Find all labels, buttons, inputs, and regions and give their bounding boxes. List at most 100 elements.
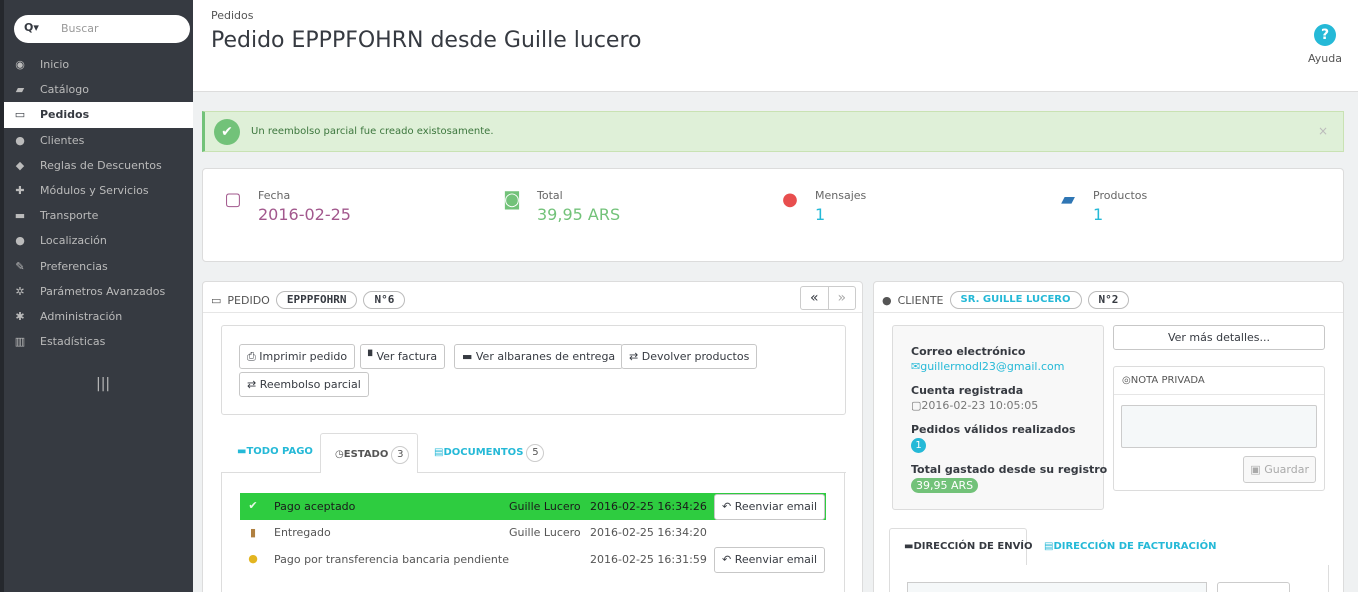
order-nav: « »: [800, 286, 856, 310]
clock-icon: ◷: [335, 449, 344, 460]
breadcrumb[interactable]: Pedidos: [211, 9, 254, 22]
sidebar-item-clientes[interactable]: ● Clientes: [4, 128, 193, 153]
total-spent-value: 39,95 ARS: [911, 478, 979, 493]
sidebar-item-label: Estadísticas: [40, 335, 106, 349]
exchange-icon: ⇄: [629, 350, 642, 363]
order-number: N°6: [363, 291, 406, 309]
wrench-icon: ✎: [15, 259, 25, 273]
kpi-label: Productos: [1093, 189, 1148, 202]
previous-order-button[interactable]: «: [801, 287, 829, 309]
view-more-details-button[interactable]: Ver más detalles...: [1113, 325, 1325, 350]
customer-heading: CLIENTE: [897, 293, 944, 307]
sidebar-item-label: Clientes: [40, 133, 85, 147]
kpi-value: 1: [1093, 205, 1104, 224]
collapse-menu-icon[interactable]: |||: [96, 376, 110, 392]
valid-orders-value: 1: [911, 438, 926, 453]
sidebar-item-label: Reglas de Descuentos: [40, 158, 162, 172]
sidebar-item-administracion[interactable]: ✱ Administración: [4, 304, 193, 329]
user-icon: ●: [882, 293, 892, 307]
sidebar-item-modulos[interactable]: ✚ Módulos y Servicios: [4, 178, 193, 203]
view-invoice-button[interactable]: ▘Ver factura: [360, 344, 446, 369]
exchange-icon: ⇄: [247, 378, 260, 391]
sidebar-item-descuentos[interactable]: ◆ Reglas de Descuentos: [4, 153, 193, 178]
sidebar-item-catalogo[interactable]: ▰ Catálogo: [4, 77, 193, 102]
save-note-button[interactable]: ▣ Guardar: [1243, 456, 1316, 483]
credit-card-icon: ▭: [14, 108, 26, 122]
tab-documents[interactable]: ▤DOCUMENTOS 5: [434, 444, 545, 462]
sidebar-item-estadisticas[interactable]: ▥ Estadísticas: [4, 329, 193, 354]
address-box: [889, 565, 1329, 592]
alert-message: Un reembolso parcial fue creado existosa…: [251, 126, 494, 137]
check-icon: ✔: [214, 119, 240, 145]
customer-name[interactable]: SR. GUILLE LUCERO: [949, 291, 1082, 309]
registered-label: Cuenta registrada: [911, 384, 1024, 397]
documents-count-badge: 5: [526, 444, 545, 462]
kpi-panel: ▢ Fecha 2016-02-25 ◙ Total 39,95 ARS ● M…: [202, 168, 1344, 262]
return-products-button[interactable]: ⇄ Devolver productos: [621, 344, 758, 369]
valid-orders-label: Pedidos válidos realizados: [911, 423, 1076, 436]
credit-card-icon: ▭: [211, 293, 222, 307]
search-input[interactable]: Buscar: [61, 22, 99, 35]
truck-icon: ▬: [14, 209, 26, 223]
kpi-value: 2016-02-25: [258, 205, 351, 224]
view-delivery-slips-button[interactable]: ▬ Ver albaranes de entrega: [454, 344, 624, 369]
eye-slash-icon: ◎: [1122, 375, 1131, 386]
customer-number: N°2: [1087, 291, 1130, 309]
tab-status[interactable]: ◷ESTADO 3: [320, 433, 418, 473]
floppy-icon: ▣: [1250, 463, 1265, 476]
order-panel-heading: ▭ PEDIDO EPPPFOHRN N°6: [211, 290, 406, 310]
total-spent-label: Total gastado desde su registro: [911, 463, 1108, 476]
address-edit-button[interactable]: [1217, 582, 1290, 592]
book-icon: ▰: [1061, 189, 1075, 210]
sidebar-item-label: Administración: [40, 309, 123, 323]
private-note-heading: ◎NOTA PRIVADA: [1122, 375, 1205, 386]
help-button[interactable]: ? Ayuda: [1308, 24, 1342, 65]
bar-chart-icon: ▥: [14, 335, 26, 349]
address-select[interactable]: [907, 582, 1207, 592]
tags-icon: ◆: [15, 158, 25, 172]
partial-refund-button[interactable]: ⇄ Reembolso parcial: [239, 372, 369, 397]
sidebar-item-transporte[interactable]: ▬ Transporte: [4, 203, 193, 228]
sidebar-item-inicio[interactable]: ◉ Inicio: [4, 52, 193, 77]
sidebar-item-label: Inicio: [40, 58, 70, 71]
kpi-value: 1: [815, 205, 826, 224]
sidebar-item-label: Transporte: [40, 209, 99, 223]
email-link[interactable]: ✉guillermodl23@gmail.com: [911, 360, 1064, 373]
divider: [1114, 394, 1324, 395]
sidebar-item-label: Pedidos: [40, 108, 90, 122]
history-box-border: [221, 472, 845, 592]
tab-payment[interactable]: ▬TODO PAGO: [237, 446, 313, 457]
kpi-label: Mensajes: [815, 189, 867, 202]
next-order-button[interactable]: »: [829, 287, 856, 309]
envelope-icon: ✉: [911, 360, 921, 373]
customer-info-box: Correo electrónico ✉guillermodl23@gmail.…: [892, 325, 1108, 510]
order-heading: PEDIDO: [227, 293, 270, 307]
sidebar-item-label: Módulos y Servicios: [40, 183, 149, 197]
page-header: Pedidos Pedido EPPPFOHRN desde Guille lu…: [193, 0, 1358, 92]
sidebar-item-label: Parámetros Avanzados: [40, 284, 166, 298]
sidebar-item-label: Catálogo: [40, 83, 89, 97]
search-icon[interactable]: Q▾: [24, 21, 39, 34]
sidebar-item-parametros[interactable]: ✲ Parámetros Avanzados: [4, 279, 193, 304]
close-icon[interactable]: ×: [1318, 124, 1328, 138]
kpi-value: 39,95 ARS: [537, 205, 621, 224]
private-note-textarea[interactable]: [1121, 405, 1317, 448]
search-box[interactable]: Q▾ Buscar: [14, 15, 190, 43]
page-title: Pedido EPPPFOHRN desde Guille lucero: [211, 28, 642, 53]
kpi-label: Fecha: [258, 189, 291, 202]
tab-billing-address[interactable]: ▤DIRECCIÓN DE FACTURACIÓN: [1044, 541, 1216, 552]
sidebar: Q▾ Buscar ◉ Inicio ▰ Catálogo ▭ Pedidos ● Cl…: [0, 0, 193, 592]
users-icon: ●: [15, 133, 25, 147]
money-icon: ◙: [503, 189, 521, 210]
status-count-badge: 3: [391, 446, 410, 464]
sidebar-item-pedidos[interactable]: ▭ Pedidos: [4, 102, 193, 128]
tab-shipping-address[interactable]: ▬DIRECCIÓN DE ENVÍO: [889, 528, 1033, 566]
comments-icon: ●: [782, 189, 798, 210]
sidebar-item-localizacion[interactable]: ● Localización: [4, 228, 193, 253]
email-label: Correo electrónico: [911, 345, 1026, 358]
sidebar-item-preferencias[interactable]: ✎ Preferencias: [4, 254, 193, 279]
cog-icon: ✱: [15, 309, 25, 323]
help-icon: ?: [1314, 24, 1336, 46]
private-note-panel: ◎NOTA PRIVADA ▣ Guardar: [1113, 366, 1325, 491]
print-order-button[interactable]: ⎙ Imprimir pedido: [239, 344, 356, 369]
